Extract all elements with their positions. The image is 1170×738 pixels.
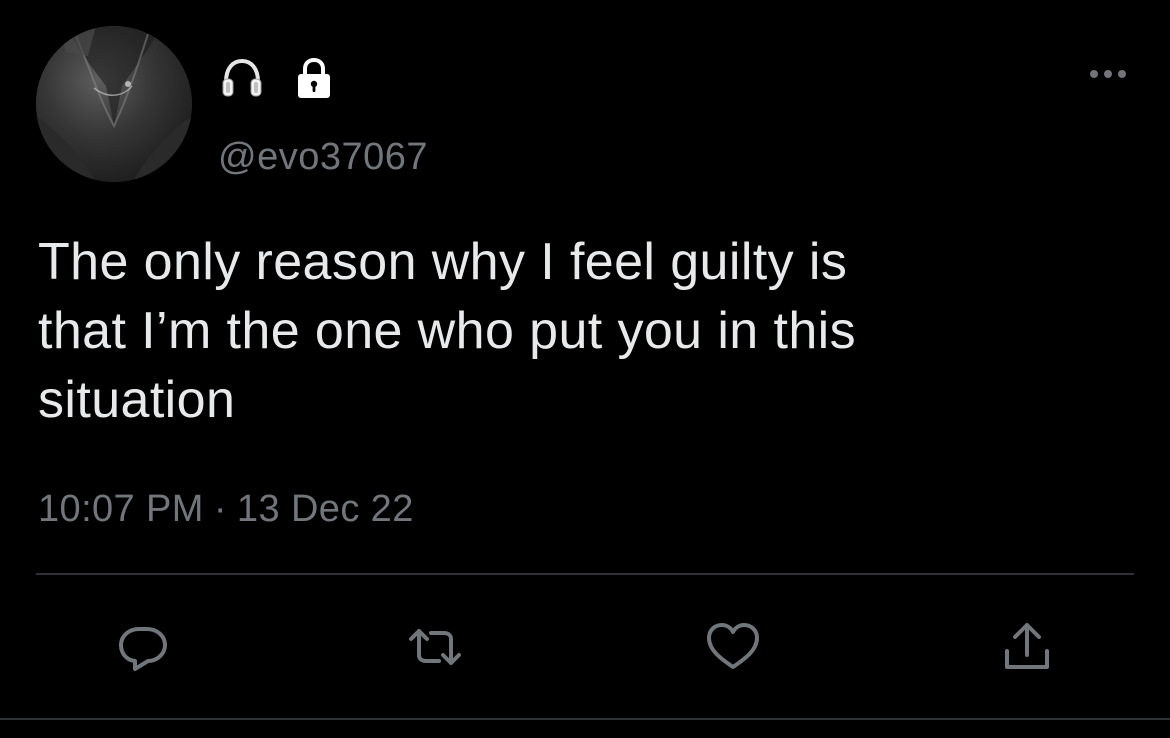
like-button[interactable] [698,612,768,682]
display-name[interactable] [218,52,338,104]
share-icon [1005,623,1049,669]
tweet-text: The only reason why I feel guilty is tha… [38,233,856,429]
lock-icon [290,54,338,102]
headphones-icon [218,54,266,102]
action-bar [0,612,1170,682]
reply-icon [119,627,167,671]
share-button[interactable] [992,612,1062,682]
tweet-timestamp[interactable]: 10:07 PM · 13 Dec 22 [38,488,414,531]
reply-button[interactable] [108,612,178,682]
avatar[interactable] [36,26,192,182]
timestamp-separator: · [213,488,227,530]
tweet-date: 13 Dec 22 [236,488,414,530]
bottom-divider [0,718,1170,720]
tweet-detail: @evo37067 The only reason why I feel gui… [0,0,1170,738]
user-handle[interactable]: @evo37067 [218,136,428,179]
retweet-icon [409,629,461,665]
avatar-image [36,26,192,182]
retweet-button[interactable] [400,612,470,682]
divider [36,573,1134,575]
like-icon [707,623,759,669]
tweet-time: 10:07 PM [38,488,204,530]
more-options-icon[interactable] [1086,62,1130,86]
